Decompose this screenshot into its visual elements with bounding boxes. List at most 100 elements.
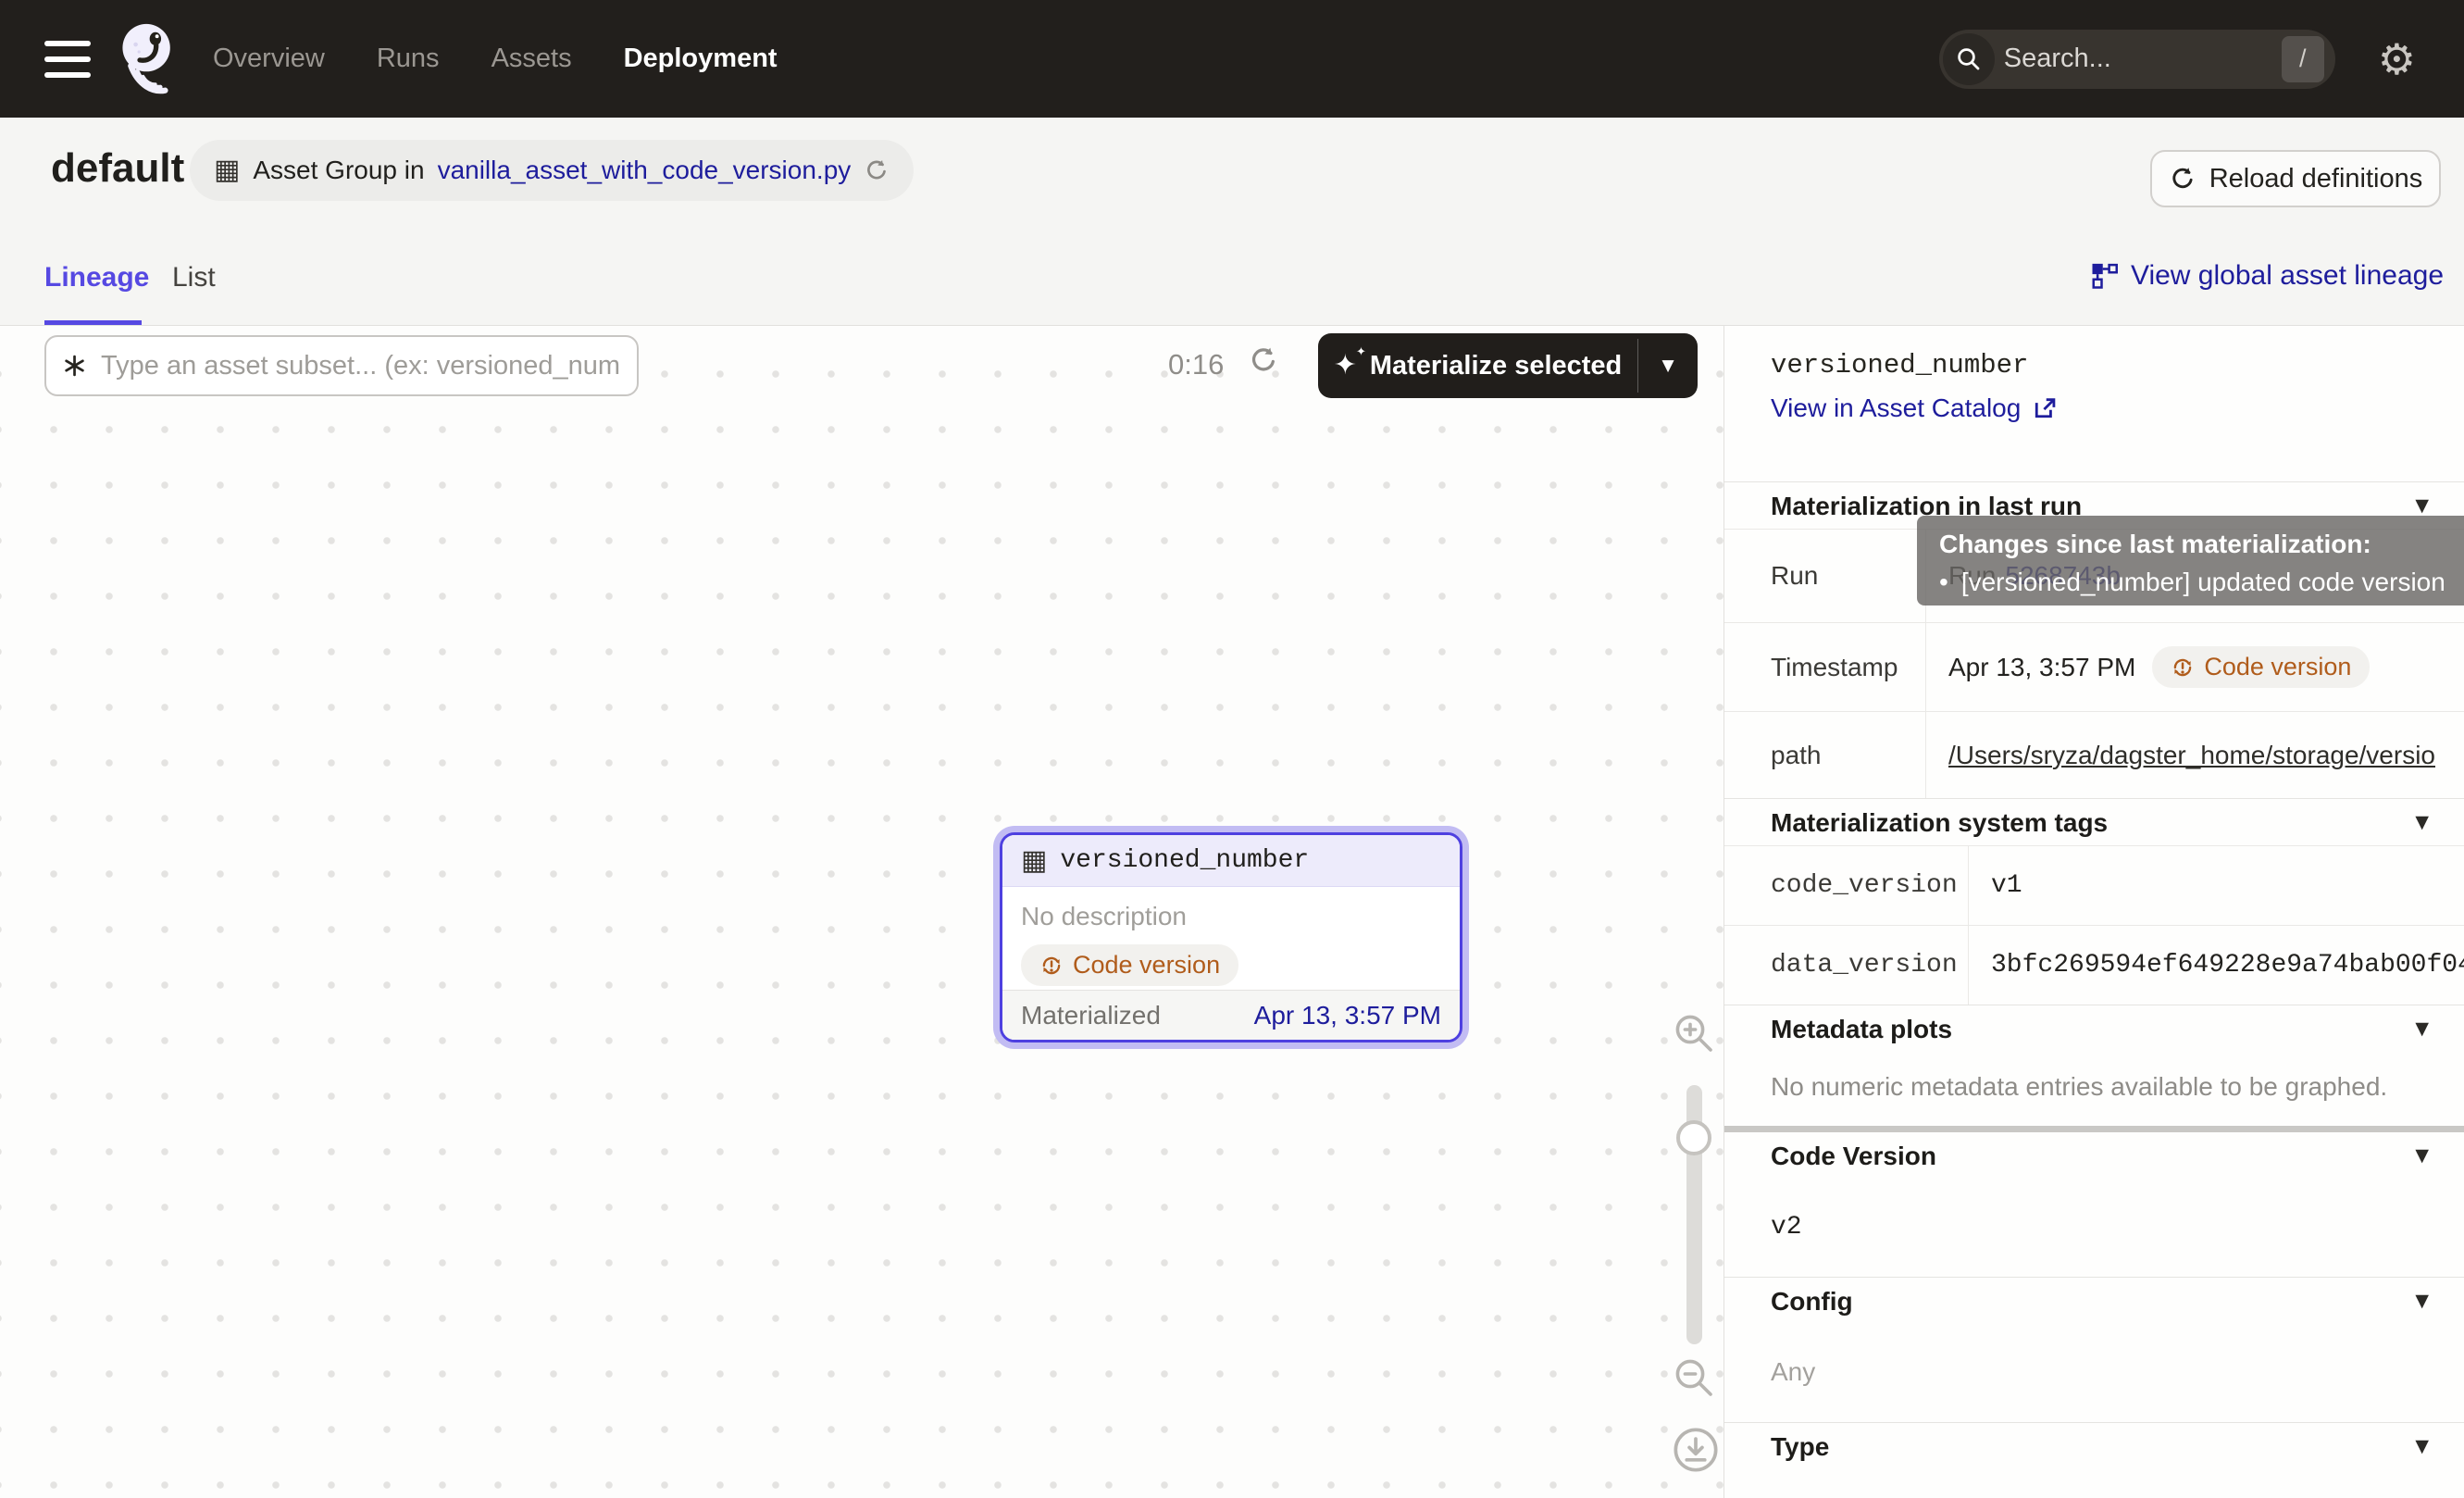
search-icon <box>1943 33 1995 85</box>
code-version-change-badge: Code version <box>1021 944 1238 986</box>
section-divider <box>1724 1126 2464 1132</box>
row-label-timestamp: Timestamp <box>1724 623 1926 711</box>
gear-icon[interactable]: ⚙ <box>2378 38 2416 81</box>
op-selector-icon <box>63 352 86 380</box>
dagster-app: Overview Runs Assets Deployment Search..… <box>0 0 2464 1498</box>
asset-subset-placeholder: Type an asset subset... (ex: versioned_n… <box>101 351 620 381</box>
asset-subset-input[interactable]: Type an asset subset... (ex: versioned_n… <box>44 335 639 396</box>
chevron-down-icon: ▼ <box>2415 1423 2429 1469</box>
asset-table-icon: ▦ <box>1021 847 1047 875</box>
code-version-value: v2 <box>1724 1180 2464 1277</box>
changed-cycle-icon <box>2171 655 2195 680</box>
chevron-down-icon: ▼ <box>2415 1005 2429 1052</box>
tooltip-title: Changes since last materialization: <box>1939 530 2464 559</box>
row-label-run: Run <box>1724 530 1926 622</box>
refresh-timer: 0:16 <box>1168 348 1224 381</box>
tag-value-data-version: 3bfc269594ef649228e9a74bab00f04 <box>1969 926 2464 1005</box>
materialize-options-dropdown[interactable]: ▼ <box>1638 333 1698 398</box>
nav-links: Overview Runs Assets Deployment <box>213 44 778 74</box>
view-global-asset-lineage-link[interactable]: View global asset lineage <box>2090 260 2444 292</box>
bullet-icon <box>1939 568 1948 597</box>
section-metadata-plots[interactable]: Metadata plots ▼ <box>1724 1005 2464 1052</box>
zoom-in-icon[interactable] <box>1672 1011 1716 1055</box>
page-title: default <box>51 145 184 192</box>
section-label: Metadata plots <box>1771 1015 1952 1043</box>
nav-item-deployment[interactable]: Deployment <box>624 44 778 74</box>
reload-definitions-button[interactable]: Reload definitions <box>2150 150 2441 207</box>
nav-item-runs[interactable]: Runs <box>377 44 440 74</box>
sidebar-asset-title: versioned_number <box>1771 350 2464 381</box>
code-version-badge-label: Code version <box>1073 951 1220 980</box>
tag-key-data-version: data_version <box>1724 926 1969 1005</box>
asset-group-prefix: Asset Group in <box>253 156 424 185</box>
materialize-selected-main[interactable]: ✦ Materialize selected <box>1318 333 1637 398</box>
asset-group-icon: ▦ <box>214 156 240 184</box>
asset-group-badge: ▦ Asset Group in vanilla_asset_with_code… <box>190 140 914 201</box>
dagster-logo-icon[interactable] <box>118 21 176 97</box>
section-materialization-system-tags[interactable]: Materialization system tags ▼ <box>1724 798 2464 845</box>
reload-definitions-label: Reload definitions <box>2209 164 2423 194</box>
chevron-down-icon: ▼ <box>2415 1132 2429 1180</box>
table-row-timestamp: Timestamp Apr 13, 3:57 PM Code version <box>1724 622 2464 711</box>
search-input[interactable]: Search... / <box>1939 30 2335 89</box>
search-shortcut-key: / <box>2282 36 2324 82</box>
asset-node-versioned-number[interactable]: ▦ versioned_number No description Code v… <box>1000 832 1462 1042</box>
sparkle-icon: ✦ <box>1334 352 1357 380</box>
tabs-row: Lineage List View global asset lineage <box>0 236 2464 326</box>
section-label: Code Version <box>1771 1142 1936 1170</box>
chevron-down-icon: ▼ <box>2415 1278 2429 1324</box>
metadata-plots-empty-message: No numeric metadata entries available to… <box>1724 1052 2464 1126</box>
changed-cycle-icon <box>1039 954 1064 978</box>
storage-path-link[interactable]: /Users/sryza/dagster_home/storage/versio <box>1948 741 2435 770</box>
tab-lineage[interactable]: Lineage <box>44 262 149 293</box>
materialize-selected-button[interactable]: ✦ Materialize selected ▼ <box>1318 333 1698 398</box>
zoom-slider-thumb[interactable] <box>1676 1120 1711 1155</box>
materialized-status-label: Materialized <box>1021 1001 1161 1030</box>
nav-item-assets[interactable]: Assets <box>492 44 572 74</box>
asset-group-file-link[interactable]: vanilla_asset_with_code_version.py <box>438 156 852 185</box>
active-tab-underline <box>44 320 142 325</box>
lineage-canvas[interactable]: Type an asset subset... (ex: versioned_n… <box>0 326 1724 1498</box>
table-row-code-version: code_version v1 <box>1724 845 2464 925</box>
tab-list[interactable]: List <box>172 262 216 293</box>
section-label: Config <box>1771 1287 1853 1316</box>
materialized-timestamp: Apr 13, 3:57 PM <box>1254 1001 1441 1030</box>
asset-detail-sidebar: versioned_number View in Asset Catalog M… <box>1724 326 2464 1498</box>
refresh-group-icon[interactable] <box>864 157 890 183</box>
tag-value-code-version: v1 <box>1969 846 2464 925</box>
table-row-data-version: data_version 3bfc269594ef649228e9a74bab0… <box>1724 925 2464 1005</box>
row-label-path: path <box>1724 712 1926 798</box>
section-config[interactable]: Config ▼ <box>1724 1277 2464 1324</box>
materialize-selected-label: Materialize selected <box>1370 351 1622 381</box>
view-in-asset-catalog-label: View in Asset Catalog <box>1771 393 2021 423</box>
section-code-version[interactable]: Code Version ▼ <box>1724 1132 2464 1180</box>
tooltip-item: [versioned_number] updated code version <box>1939 568 2464 597</box>
refresh-graph-icon[interactable] <box>1248 344 1279 376</box>
asset-node-body: No description Code version <box>1002 887 1460 986</box>
changes-tooltip: Changes since last materialization: [ver… <box>1917 516 2464 605</box>
nav-item-overview[interactable]: Overview <box>213 44 325 74</box>
chevron-down-icon: ▼ <box>2415 799 2429 845</box>
asset-node-footer: Materialized Apr 13, 3:57 PM <box>1002 990 1460 1040</box>
chevron-down-icon: ▼ <box>1661 358 1674 374</box>
asset-node-title: versioned_number <box>1060 846 1309 875</box>
code-version-change-badge[interactable]: Code version <box>2152 646 2370 688</box>
view-in-asset-catalog-link[interactable]: View in Asset Catalog <box>1771 393 2058 423</box>
config-value: Any <box>1724 1324 2464 1422</box>
sidebar-title-block: versioned_number View in Asset Catalog <box>1724 350 2464 481</box>
download-image-icon[interactable] <box>1672 1426 1720 1474</box>
search-placeholder: Search... <box>2004 44 2282 74</box>
row-value-path: /Users/sryza/dagster_home/storage/versio <box>1926 712 2464 798</box>
tooltip-item-text: [versioned_number] updated code version <box>1961 568 2445 597</box>
section-type[interactable]: Type ▼ <box>1724 1422 2464 1469</box>
page-header: default ▦ Asset Group in vanilla_asset_w… <box>0 118 2464 236</box>
zoom-out-icon[interactable] <box>1672 1355 1716 1400</box>
code-version-badge-label: Code version <box>2204 653 2351 681</box>
section-label: Type <box>1771 1432 1829 1461</box>
external-link-icon <box>2032 395 2058 421</box>
asset-node-description: No description <box>1021 902 1441 931</box>
timestamp-value: Apr 13, 3:57 PM <box>1948 653 2135 682</box>
row-value-timestamp: Apr 13, 3:57 PM Code version <box>1926 623 2464 711</box>
view-global-asset-lineage-label: View global asset lineage <box>2131 260 2444 292</box>
menu-icon[interactable] <box>44 41 91 78</box>
